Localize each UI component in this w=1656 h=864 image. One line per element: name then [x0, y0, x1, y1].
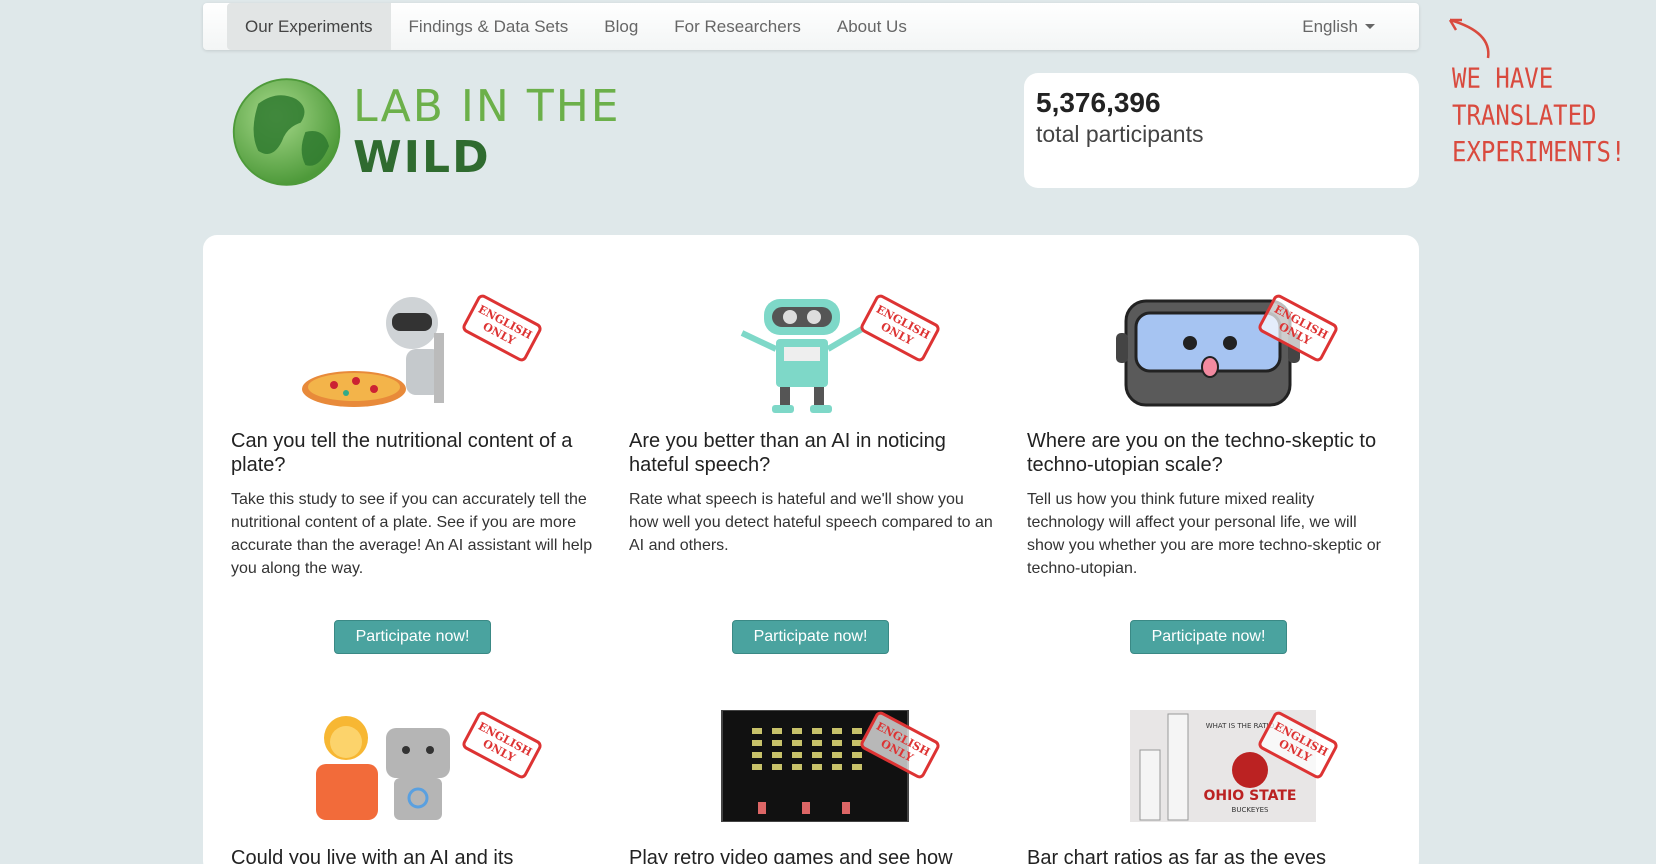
translated-note[interactable]: WE HAVE TRANSLATED EXPERIMENTS!	[1452, 60, 1625, 170]
experiment-description: Tell us how you think future mixed reali…	[1027, 491, 1381, 577]
language-label: English	[1302, 16, 1358, 36]
person-robot-icon: ENGLISH ONLY	[294, 709, 544, 832]
nav-blog[interactable]: Blog	[586, 3, 656, 50]
experiment-card-techno-scale[interactable]: ENGLISH ONLY Where are you on the techno…	[1027, 292, 1392, 580]
participant-count: 5,376,396	[1036, 87, 1161, 118]
robot-pizza-icon: ENGLISH ONLY	[294, 292, 544, 415]
nav-for-researchers[interactable]: For Researchers	[656, 3, 819, 50]
space-invaders-icon: ENGLISH ONLY	[692, 709, 942, 832]
participants-card: 5,376,396 total participants	[1024, 73, 1419, 188]
experiment-title[interactable]: Are you better than an AI in noticing ha…	[629, 429, 994, 477]
participant-label: total participants	[1036, 121, 1204, 147]
site-logo[interactable]: LAB IN THE WILD	[230, 72, 750, 192]
nav-our-experiments[interactable]: Our Experiments	[227, 3, 391, 50]
participate-button-techno-scale[interactable]: Participate now!	[1130, 620, 1287, 654]
experiment-title[interactable]: Play retro video games and see how	[629, 846, 994, 864]
top-navbar: Our Experiments Findings & Data Sets Blo…	[203, 3, 1419, 50]
nav-findings-data-sets[interactable]: Findings & Data Sets	[391, 3, 587, 50]
experiments-card: ENGLISH ONLY Can you tell the nutritiona…	[203, 235, 1419, 864]
experiment-card-bar-chart-ratios[interactable]: WHAT IS THE RATIO OHIO STATE BUCKEYES EN…	[1027, 709, 1392, 864]
logo-text-part1: LAB IN THE	[353, 81, 621, 132]
experiment-description: Take this study to see if you can accura…	[231, 491, 593, 577]
chart-caption: WHAT IS THE RATIO	[1205, 722, 1274, 730]
participate-button-nutrition[interactable]: Participate now!	[334, 620, 491, 654]
logo-wordmark: LAB IN THE WILD	[353, 81, 750, 183]
vr-headset-icon: ENGLISH ONLY	[1090, 292, 1340, 415]
experiment-card-nutrition[interactable]: ENGLISH ONLY Can you tell the nutritiona…	[231, 292, 596, 580]
bar-chart-ratio-icon: WHAT IS THE RATIO OHIO STATE BUCKEYES EN…	[1090, 709, 1340, 832]
buckeyes-text: BUCKEYES	[1231, 806, 1269, 814]
experiment-card-hate-speech[interactable]: ENGLISH ONLY Are you better than an AI i…	[629, 292, 994, 557]
globe-icon	[232, 78, 341, 186]
experiment-title[interactable]: Could you live with an AI and its	[231, 846, 596, 864]
teal-robot-icon: ENGLISH ONLY	[692, 292, 942, 415]
caret-down-icon	[1365, 24, 1375, 29]
curved-arrow-icon	[1448, 18, 1490, 59]
experiment-title[interactable]: Where are you on the techno-skeptic to t…	[1027, 429, 1392, 477]
experiment-title[interactable]: Can you tell the nutritional content of …	[231, 429, 596, 477]
language-dropdown[interactable]: English	[1284, 3, 1419, 50]
participate-button-hate-speech[interactable]: Participate now!	[732, 620, 889, 654]
ohio-state-logo-text: OHIO STATE	[1203, 788, 1296, 804]
experiment-title[interactable]: Bar chart ratios as far as the eyes	[1027, 846, 1392, 864]
experiment-card-retro-games[interactable]: ENGLISH ONLY Play retro video games and …	[629, 709, 994, 864]
logo-text-part2: WILD	[353, 132, 491, 183]
experiment-card-live-with-ai[interactable]: ENGLISH ONLY Could you live with an AI a…	[231, 709, 596, 864]
experiment-description: Rate what speech is hateful and we'll sh…	[629, 491, 993, 554]
nav-about-us[interactable]: About Us	[819, 3, 925, 50]
